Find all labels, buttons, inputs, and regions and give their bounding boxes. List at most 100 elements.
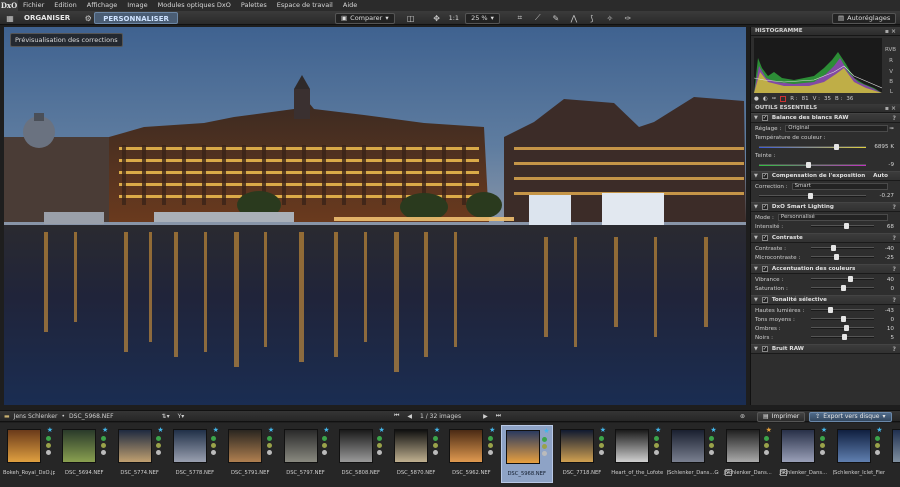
filmstrip-thumbnail[interactable]: ★ JSchlenker_Dans...Gra... xyxy=(667,425,719,483)
exposure-value[interactable]: -0.27 xyxy=(880,193,894,199)
sl-intensity-thumb[interactable] xyxy=(843,223,849,229)
filmstrip-thumbnail[interactable]: ★ DSC_7718.NEF xyxy=(556,425,608,483)
enable-checkbox[interactable]: ✓ xyxy=(761,115,768,121)
section-exposure[interactable]: ▼ ✓ Compensation de l'exposition Auto xyxy=(751,171,900,181)
palette-controls-icon[interactable]: ▪ × xyxy=(885,27,896,36)
next-image-icon[interactable]: ▶ xyxy=(483,413,488,420)
rating-star-icon[interactable]: ★ xyxy=(543,427,549,435)
folder-name[interactable]: Jens Schlenker xyxy=(14,413,58,420)
rating-star-icon[interactable]: ★ xyxy=(655,426,661,434)
sort-icon[interactable]: ⇅▾ xyxy=(162,413,170,420)
filter-icon[interactable]: Y▾ xyxy=(178,413,185,420)
channel-r[interactable]: R xyxy=(889,58,893,64)
channel-rvb[interactable]: RVB xyxy=(885,47,896,53)
section-smart-lighting[interactable]: ▼ ✓ DxO Smart Lighting ? xyxy=(751,202,900,212)
filmstrip-thumbnail[interactable]: ★ DSC_5797.NEF xyxy=(280,425,332,483)
menu-image[interactable]: Image xyxy=(122,0,152,11)
filmstrip-thumbnail[interactable]: ★ DSC_5791.NEF xyxy=(224,425,276,483)
collapse-triangle-icon[interactable]: ▼ xyxy=(754,235,758,241)
collapse-triangle-icon[interactable]: ▼ xyxy=(754,297,758,303)
help-icon[interactable]: ? xyxy=(893,115,896,122)
filmstrip-thumbnail[interactable]: ★ DSC_5870.NEF xyxy=(390,425,442,483)
rating-star-icon[interactable]: ★ xyxy=(379,426,385,434)
blacks-thumb[interactable] xyxy=(842,334,848,340)
midtones-thumb[interactable] xyxy=(840,316,846,322)
rating-star-icon[interactable]: ★ xyxy=(600,426,606,434)
highlights-slider[interactable] xyxy=(811,307,874,313)
filmstrip-thumbnail[interactable]: ★ DSC_5962.NEF xyxy=(445,425,497,483)
contrast-slider[interactable] xyxy=(811,245,874,251)
vibrance-value[interactable]: 40 xyxy=(887,277,894,283)
tab-personnaliser[interactable]: PERSONNALISER xyxy=(94,12,178,24)
midtones-slider[interactable] xyxy=(811,316,874,322)
help-icon[interactable]: ? xyxy=(893,266,896,273)
filmstrip-thumbnail[interactable]: ★ DSC_5774.NEF xyxy=(114,425,166,483)
shadow-clip-icon[interactable]: ● xyxy=(754,96,759,102)
sl-mode-select[interactable]: Personnalisé xyxy=(777,214,888,221)
contrast-value[interactable]: -40 xyxy=(885,246,894,252)
wb-setting-select[interactable]: Original xyxy=(785,125,888,132)
contrast-thumb[interactable] xyxy=(831,245,837,251)
wb-tint-value[interactable]: -9 xyxy=(888,162,894,168)
menu-fichier[interactable]: Fichier xyxy=(18,0,49,11)
presets-button[interactable]: ▤ Autoréglages xyxy=(832,12,897,24)
rating-star-icon[interactable]: ★ xyxy=(821,426,827,434)
perspective-icon[interactable]: ⋀ xyxy=(568,12,580,24)
rating-star-icon[interactable]: ★ xyxy=(268,426,274,434)
wb-temp-slider[interactable] xyxy=(759,143,866,150)
rating-star-icon[interactable]: ★ xyxy=(434,426,440,434)
midtones-value[interactable]: 0 xyxy=(890,317,894,323)
section-selective-tone[interactable]: ▼ ✓ Tonalité sélective ? xyxy=(751,295,900,305)
filmstrip-thumbnail[interactable]: ★ DSC_5968.NEF xyxy=(500,425,553,483)
rating-star-icon[interactable]: ★ xyxy=(489,426,495,434)
help-icon[interactable]: ? xyxy=(893,204,896,211)
shadows-thumb[interactable] xyxy=(843,325,849,331)
filmstrip-thumbnail[interactable]: ★ 2 JSchlenker_Dans... xyxy=(722,425,774,483)
filmstrip-thumbnail[interactable]: ★ Heart_of_the_Lofoten... xyxy=(611,425,663,483)
exposure-auto-button[interactable]: Auto xyxy=(873,173,888,179)
collapse-triangle-icon[interactable]: ▼ xyxy=(754,346,758,352)
sl-intensity-slider[interactable] xyxy=(811,223,874,229)
collapse-triangle-icon[interactable]: ▼ xyxy=(754,204,758,210)
shadows-value[interactable]: 10 xyxy=(887,326,894,332)
shadows-slider[interactable] xyxy=(811,325,874,331)
rating-star-icon[interactable]: ★ xyxy=(323,426,329,434)
section-color-accent[interactable]: ▼ ✓ Accentuation des couleurs ? xyxy=(751,264,900,274)
rating-star-icon[interactable]: ★ xyxy=(157,426,163,434)
wb-temp-value[interactable]: 6895 K xyxy=(874,144,894,150)
enable-checkbox[interactable]: ✓ xyxy=(761,297,768,303)
enable-checkbox[interactable]: ✓ xyxy=(761,346,768,352)
menu-modules-optiques[interactable]: Modules optiques DxO xyxy=(153,0,236,11)
filmstrip-thumbnail[interactable]: ★ DSC_5694.NEF xyxy=(58,425,110,483)
rating-star-icon[interactable]: ★ xyxy=(710,426,716,434)
section-contrast[interactable]: ▼ ✓ Contraste ? xyxy=(751,233,900,243)
channel-b[interactable]: B xyxy=(889,79,893,85)
wb-tint-thumb[interactable] xyxy=(806,161,812,168)
enable-checkbox[interactable]: ✓ xyxy=(761,235,768,241)
enable-checkbox[interactable]: ✓ xyxy=(761,173,768,179)
repair-icon[interactable]: ✧ xyxy=(604,12,616,24)
menu-palettes[interactable]: Palettes xyxy=(236,0,272,11)
collapse-triangle-icon[interactable]: ▼ xyxy=(754,173,758,179)
microcontrast-value[interactable]: -25 xyxy=(885,255,894,261)
move-icon[interactable]: ✥ xyxy=(431,12,443,24)
saturation-slider[interactable] xyxy=(811,285,874,291)
rating-star-icon[interactable]: ★ xyxy=(102,426,108,434)
blacks-slider[interactable] xyxy=(811,334,874,340)
collapse-triangle-icon[interactable]: ▼ xyxy=(754,115,758,121)
filmstrip-thumbnail[interactable]: ★ JSchlenker_Iclet_Fier.j... xyxy=(833,425,885,483)
image-viewer[interactable]: Prévisualisation des corrections xyxy=(4,27,746,405)
filmstrip-thumbnail[interactable]: ★ 2 JSchlenker_Dans... xyxy=(777,425,829,483)
last-image-icon[interactable]: ⏭ xyxy=(496,412,501,420)
rating-star-icon[interactable]: ★ xyxy=(213,426,219,434)
wb-picker-icon[interactable]: ✑ xyxy=(889,126,894,132)
menu-espace-de-travail[interactable]: Espace de travail xyxy=(272,0,338,11)
blacks-value[interactable]: 5 xyxy=(890,335,894,341)
menu-edition[interactable]: Edition xyxy=(49,0,82,11)
filmstrip-thumbnail[interactable]: ★... xyxy=(888,425,900,483)
zoom-1-1-button[interactable]: 1:1 xyxy=(449,14,459,22)
filmstrip-thumbnail[interactable]: ★ Bokeh_Royal_DxO.jpg xyxy=(3,425,55,483)
horizon-icon[interactable]: ⟆ xyxy=(586,12,598,24)
help-icon[interactable]: ? xyxy=(893,297,896,304)
wb-tint-slider[interactable] xyxy=(759,161,866,168)
